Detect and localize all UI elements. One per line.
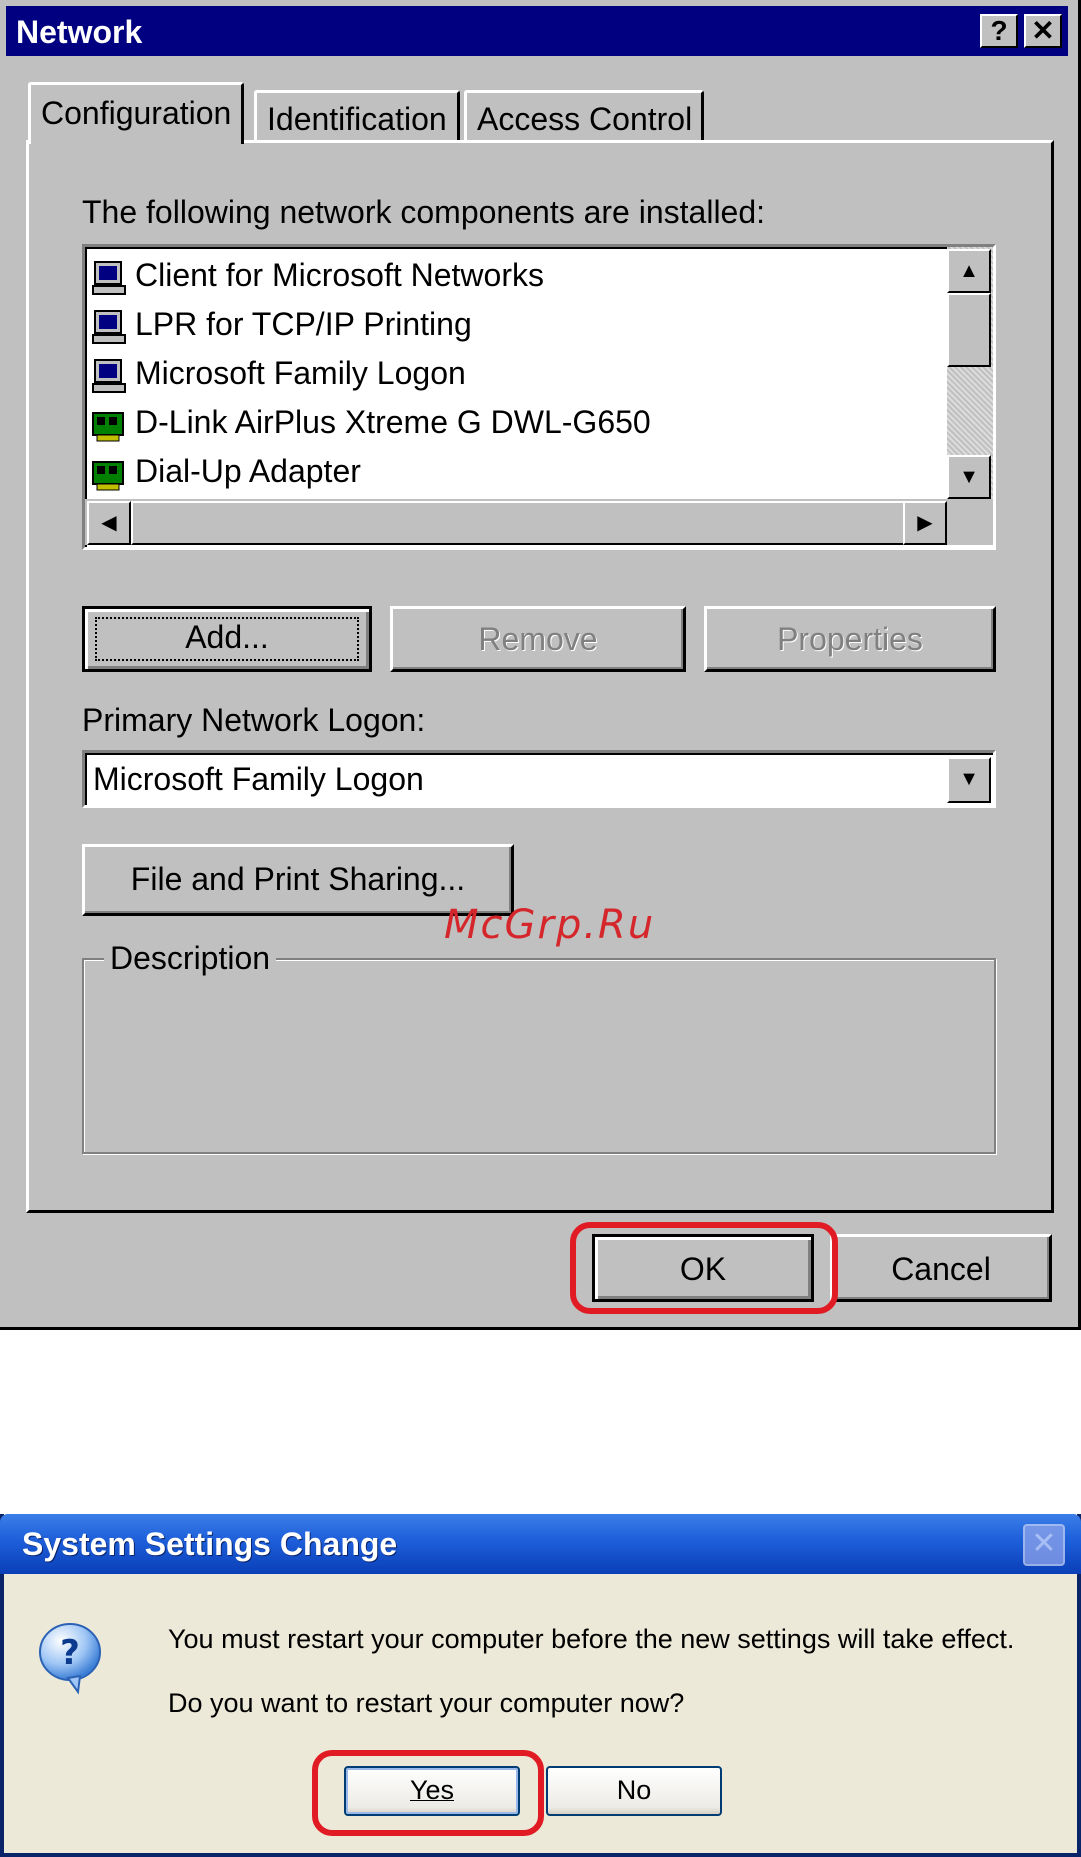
scroll-left-button[interactable]: ◀ (87, 501, 131, 545)
tab-access-control-label: Access Control (477, 101, 693, 137)
help-icon: ? (990, 15, 1008, 46)
list-item[interactable]: Microsoft Family Logon (91, 355, 466, 399)
network-title-bar[interactable]: Network ? ✕ (6, 6, 1068, 56)
client-icon (92, 309, 126, 344)
remove-button-label: Remove (478, 621, 598, 657)
primary-logon-value: Microsoft Family Logon (93, 761, 424, 797)
file-print-sharing-label: File and Print Sharing... (130, 861, 466, 897)
question-icon: ? (39, 1623, 101, 1695)
list-item[interactable]: LPR for TCP/IP Printing (91, 306, 472, 350)
list-item[interactable]: Client for Microsoft Networks (91, 257, 544, 301)
arrow-down-icon: ▼ (959, 466, 979, 488)
close-button[interactable]: ✕ (1024, 14, 1062, 48)
yes-highlight (312, 1750, 544, 1836)
chevron-down-icon: ▼ (959, 768, 979, 790)
help-button[interactable]: ? (980, 14, 1018, 48)
arrow-up-icon: ▲ (959, 260, 979, 282)
remove-button[interactable]: Remove (390, 606, 686, 672)
adapter-icon (92, 411, 124, 442)
arrow-left-icon: ◀ (101, 512, 117, 534)
properties-button-label: Properties (777, 621, 923, 657)
tab-access-control[interactable]: Access Control (464, 90, 704, 144)
add-button[interactable]: Add... (82, 606, 372, 672)
description-group (82, 958, 996, 1154)
scroll-corner (947, 499, 993, 545)
ok-highlight (570, 1222, 838, 1314)
watermark: McGrp.Ru (444, 902, 656, 948)
restart-title: System Settings Change (22, 1526, 398, 1562)
client-icon (92, 358, 126, 393)
scroll-down-button[interactable]: ▼ (947, 455, 991, 499)
client-icon (92, 260, 126, 295)
restart-question: Do you want to restart your computer now… (168, 1688, 685, 1718)
components-label: The following network components are ins… (82, 194, 766, 230)
restart-close-button[interactable]: ✕ (1023, 1524, 1065, 1566)
primary-logon-label: Primary Network Logon: (82, 702, 426, 738)
close-icon: ✕ (1031, 15, 1055, 46)
svg-text:?: ? (60, 1633, 80, 1673)
tab-identification-label: Identification (267, 101, 447, 137)
components-list[interactable]: Client for Microsoft Networks LPR for TC… (82, 244, 996, 550)
tab-configuration[interactable]: Configuration (28, 82, 245, 144)
list-item[interactable]: D-Link AirPlus Xtreme G DWL-G650 (91, 404, 651, 448)
restart-message: You must restart your computer before th… (168, 1624, 1015, 1654)
list-item[interactable]: Dial-Up Adapter (91, 453, 361, 497)
primary-logon-select[interactable]: Microsoft Family Logon ▼ (82, 750, 996, 808)
cancel-button[interactable]: Cancel (830, 1234, 1052, 1302)
cancel-button-label: Cancel (891, 1251, 991, 1287)
add-button-label: Add... (185, 619, 269, 655)
arrow-right-icon: ▶ (917, 512, 933, 534)
no-button[interactable]: No (546, 1766, 722, 1816)
network-title: Network (16, 14, 143, 50)
restart-title-bar[interactable]: System Settings Change ✕ (0, 1514, 1081, 1574)
tab-identification[interactable]: Identification (254, 90, 460, 144)
adapter-icon (92, 460, 124, 491)
horizontal-scroll-thumb[interactable] (131, 501, 969, 545)
scroll-right-button[interactable]: ▶ (903, 501, 947, 545)
scroll-up-button[interactable]: ▲ (947, 249, 991, 293)
no-button-label: No (616, 1775, 652, 1805)
description-label: Description (104, 940, 277, 977)
close-icon: ✕ (1031, 1527, 1057, 1560)
properties-button[interactable]: Properties (704, 606, 996, 672)
scroll-thumb[interactable] (947, 293, 991, 367)
dropdown-button[interactable]: ▼ (947, 757, 991, 803)
tab-configuration-label: Configuration (41, 95, 232, 131)
